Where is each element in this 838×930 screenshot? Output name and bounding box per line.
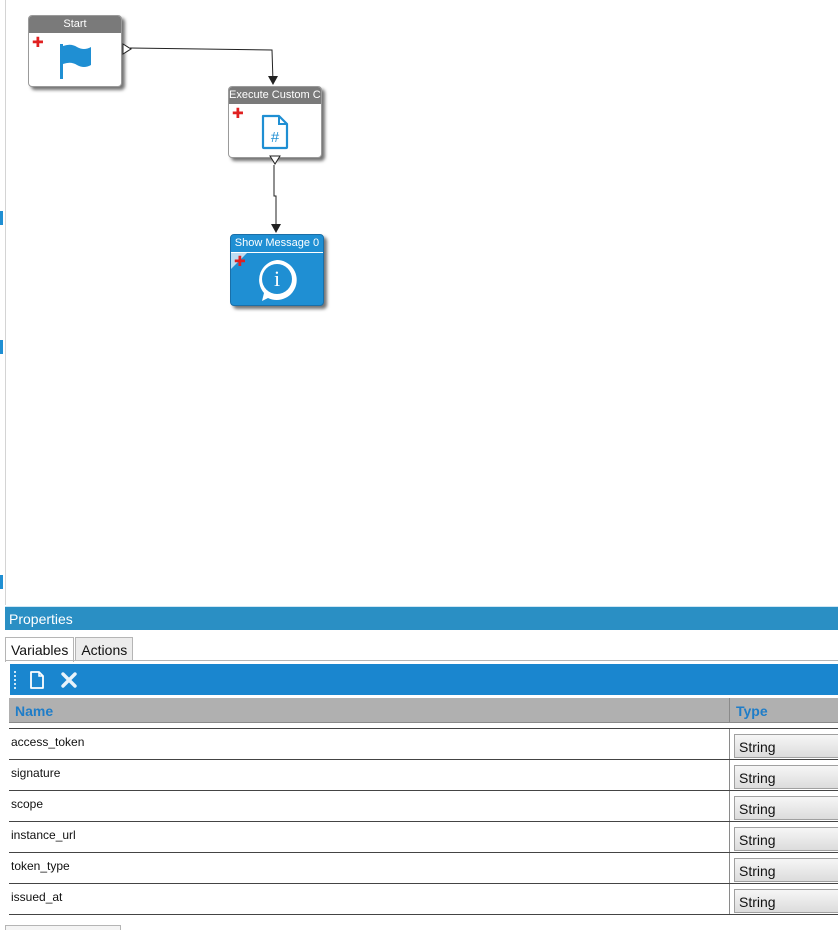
properties-title: Properties (5, 606, 838, 630)
type-select[interactable]: String (734, 858, 838, 882)
code-file-icon: # (229, 107, 321, 157)
workflow-canvas[interactable]: Start ✚ Execute Custom Code ✚ # Show Mes… (6, 0, 838, 605)
type-select[interactable]: String (734, 796, 838, 820)
start-node[interactable]: Start ✚ (28, 15, 122, 87)
output-port-icon[interactable] (269, 155, 281, 165)
node-title: Execute Custom Code (229, 87, 321, 104)
table-row[interactable]: signature String (9, 760, 838, 791)
properties-panel: Properties Variables Actions Name Type a… (5, 606, 838, 929)
tab-divider (5, 660, 838, 661)
output-port-icon[interactable] (122, 43, 132, 55)
variable-name-cell[interactable]: token_type (9, 853, 730, 883)
table-row[interactable]: scope String (9, 791, 838, 822)
node-title: Show Message 0 (231, 235, 323, 253)
node-title: Start (29, 16, 121, 33)
table-row[interactable]: issued_at String (9, 884, 838, 915)
connector-lines (129, 47, 281, 233)
delete-x-icon (61, 671, 77, 688)
svg-text:i: i (274, 266, 280, 291)
table-row[interactable]: token_type String (9, 853, 838, 884)
execute-custom-code-node[interactable]: Execute Custom Code ✚ # (228, 86, 322, 158)
variable-name-cell[interactable]: issued_at (9, 884, 730, 914)
column-header-name[interactable]: Name (9, 698, 730, 722)
variable-name-cell[interactable]: instance_url (9, 822, 730, 852)
variable-name-cell[interactable]: signature (9, 760, 730, 790)
type-select[interactable]: String (734, 827, 838, 851)
edge-marker (0, 340, 3, 354)
variable-name-cell[interactable]: scope (9, 791, 730, 821)
svg-text:#: # (271, 129, 280, 146)
variable-name-cell[interactable]: access_token (9, 729, 730, 759)
show-message-node[interactable]: Show Message 0 ✚ i (230, 234, 324, 306)
type-select[interactable]: String (734, 765, 838, 789)
type-select[interactable]: String (734, 734, 838, 758)
bottom-tab-stub (5, 925, 121, 930)
column-header-type[interactable]: Type (730, 698, 838, 722)
delete-variable-button[interactable] (56, 667, 82, 693)
table-row[interactable]: access_token String (9, 729, 838, 760)
tab-variables[interactable]: Variables (5, 637, 75, 662)
flag-icon (29, 36, 121, 86)
new-document-icon (30, 670, 44, 689)
info-message-icon: i (231, 255, 323, 305)
type-select[interactable]: String (734, 889, 838, 913)
new-variable-button[interactable] (24, 667, 50, 693)
properties-tabs: Variables Actions (5, 637, 134, 662)
grid-header: Name Type (9, 698, 838, 723)
variables-toolbar (10, 664, 838, 695)
table-row[interactable]: instance_url String (9, 822, 838, 853)
edge-marker (0, 211, 3, 225)
variables-grid: Name Type access_token String signature … (9, 698, 838, 915)
toolbar-grip[interactable] (14, 670, 18, 689)
edge-marker (0, 575, 3, 589)
tab-actions[interactable]: Actions (75, 637, 134, 660)
